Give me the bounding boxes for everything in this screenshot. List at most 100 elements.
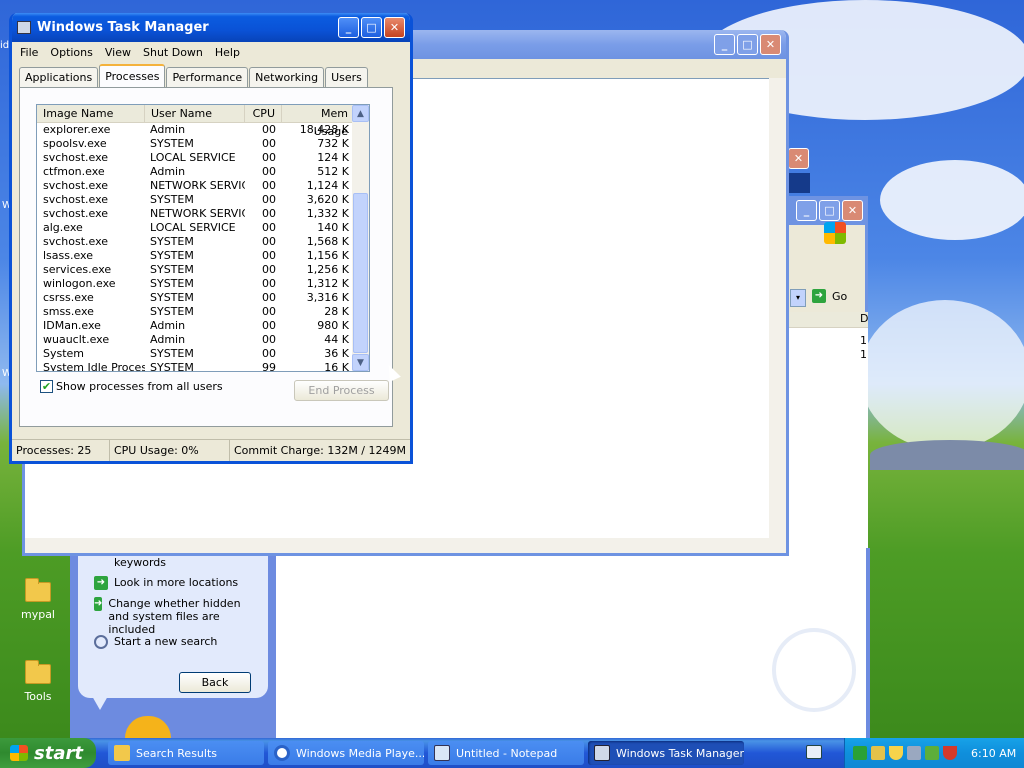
notepad-icon [434,745,450,761]
minimize-icon[interactable]: _ [796,200,817,221]
process-row[interactable]: svchost.exe SYSTEM 00 3,620 K [37,193,369,207]
maximize-button[interactable]: □ [361,17,382,38]
column-user-name[interactable]: User Name [145,105,245,122]
menu-options[interactable]: Options [44,46,98,59]
menu-view[interactable]: View [99,46,137,59]
process-cpu-cell: 00 [262,263,276,276]
desktop-icon-label: Tools [24,690,52,703]
process-row[interactable]: svchost.exe NETWORK SERVICE 00 1,124 K [37,179,369,193]
go-button[interactable]: ➜ Go [812,289,847,303]
go-arrow-icon: ➜ [812,289,826,303]
column-cpu[interactable]: CPU [245,105,282,122]
network-icon[interactable] [871,746,885,760]
maximize-icon[interactable]: □ [819,200,840,221]
task-media-player[interactable]: Windows Media Playe... [268,741,424,765]
process-name-cell: winlogon.exe [43,277,116,290]
process-mem-cell: 16 K [324,361,349,372]
process-user-cell: SYSTEM [150,263,194,276]
minimize-icon[interactable]: _ [714,34,735,55]
process-user-cell: LOCAL SERVICE [150,151,236,164]
close-icon[interactable]: ✕ [788,148,809,169]
back-button[interactable]: Back [179,672,251,693]
process-cpu-cell: 00 [262,221,276,234]
process-list[interactable]: Image Name User Name CPU Mem Usage explo… [36,104,370,372]
process-name-cell: svchost.exe [43,179,109,192]
search-link-new-search[interactable]: Start a new search [94,635,217,649]
process-cpu-cell: 00 [262,179,276,192]
process-user-cell: NETWORK SERVICE [150,207,245,220]
task-task-manager[interactable]: Windows Task Manager [588,741,744,765]
process-row[interactable]: System Idle Process SYSTEM 99 16 K [37,361,369,372]
tray-app-icon[interactable] [853,746,867,760]
tab-processes[interactable]: Processes [99,64,166,87]
process-mem-cell: 28 K [324,305,349,318]
process-row[interactable]: services.exe SYSTEM 00 1,256 K [37,263,369,277]
process-row[interactable]: alg.exe LOCAL SERVICE 00 140 K [37,221,369,235]
process-row[interactable]: wuauclt.exe Admin 00 44 K [37,333,369,347]
column-mem-usage[interactable]: Mem Usage [282,105,353,138]
task-manager-titlebar[interactable]: Windows Task Manager _ □ ✕ [12,13,410,42]
process-name-cell: wuauclt.exe [43,333,110,346]
process-row[interactable]: svchost.exe LOCAL SERVICE 00 124 K [37,151,369,165]
desktop-icon-tools[interactable]: Tools [8,660,68,703]
menu-help[interactable]: Help [209,46,246,59]
process-name-cell: svchost.exe [43,151,109,164]
windows-logo-icon [824,222,846,244]
speaker-icon[interactable] [907,746,921,760]
notepad-vscroll[interactable] [769,78,786,538]
task-search-results[interactable]: Search Results [108,741,264,765]
clock: 6:10 AM [971,746,1017,760]
process-row[interactable]: System SYSTEM 00 36 K [37,347,369,361]
process-user-cell: LOCAL SERVICE [150,221,236,234]
close-button[interactable]: ✕ [384,17,405,38]
minimize-button[interactable]: _ [338,17,359,38]
search-link-hidden-files[interactable]: ➜ Change whether hidden and system files… [94,597,264,636]
maximize-icon[interactable]: □ [737,34,758,55]
process-row[interactable]: IDMan.exe Admin 00 980 K [37,319,369,333]
process-name-cell: System Idle Process [43,361,145,372]
tab-networking[interactable]: Networking [249,67,325,87]
process-row[interactable]: svchost.exe SYSTEM 00 1,568 K [37,235,369,249]
search-link-more-locations[interactable]: ➜ Look in more locations [94,576,238,590]
download-icon[interactable] [925,746,939,760]
scroll-up-icon[interactable]: ▲ [352,105,369,122]
security-alert-icon[interactable] [943,746,957,760]
start-button[interactable]: start [0,738,96,768]
process-cpu-cell: 00 [262,123,276,136]
process-row[interactable]: spoolsv.exe SYSTEM 00 732 K [37,137,369,151]
window-title: Windows Task Manager [37,20,209,35]
end-process-button[interactable]: End Process [294,380,389,401]
scroll-down-icon[interactable]: ▼ [352,354,369,371]
scroll-thumb[interactable] [353,193,368,353]
process-user-cell: Admin [150,123,186,136]
process-row[interactable]: explorer.exe Admin 00 18,428 K [37,123,369,137]
process-row[interactable]: lsass.exe SYSTEM 00 1,156 K [37,249,369,263]
column-image-name[interactable]: Image Name [37,105,145,122]
process-mem-cell: 3,620 K [306,193,349,206]
close-icon[interactable]: ✕ [842,200,863,221]
process-row[interactable]: svchost.exe NETWORK SERVICE 00 1,332 K [37,207,369,221]
task-notepad[interactable]: Untitled - Notepad [428,741,584,765]
menu-shut-down[interactable]: Shut Down [137,46,209,59]
tab-strip: Applications Processes Performance Netwo… [19,64,369,87]
dropdown-arrow-icon[interactable]: ▾ [790,289,806,307]
tab-applications[interactable]: Applications [19,67,99,87]
search-keywords-text: keywords [114,556,167,569]
process-row[interactable]: ctfmon.exe Admin 00 512 K [37,165,369,179]
process-row[interactable]: smss.exe SYSTEM 00 28 K [37,305,369,319]
tab-performance[interactable]: Performance [166,67,249,87]
process-list-scrollbar[interactable]: ▲ ▼ [352,105,369,371]
menu-file[interactable]: File [14,46,44,59]
process-name-cell: smss.exe [43,305,94,318]
shield-icon[interactable] [889,746,903,760]
close-icon[interactable]: ✕ [760,34,781,55]
process-row[interactable]: csrss.exe SYSTEM 00 3,316 K [37,291,369,305]
show-all-users-checkbox[interactable]: ✔ Show processes from all users [40,380,223,393]
process-user-cell: NETWORK SERVICE [150,179,245,192]
tab-users[interactable]: Users [325,67,368,87]
notepad-hscroll[interactable] [25,538,786,553]
process-list-header: Image Name User Name CPU Mem Usage [37,105,369,138]
process-row[interactable]: winlogon.exe SYSTEM 00 1,312 K [37,277,369,291]
desktop-icon-mypal[interactable]: mypal [8,578,68,621]
keyboard-icon[interactable] [806,745,822,759]
